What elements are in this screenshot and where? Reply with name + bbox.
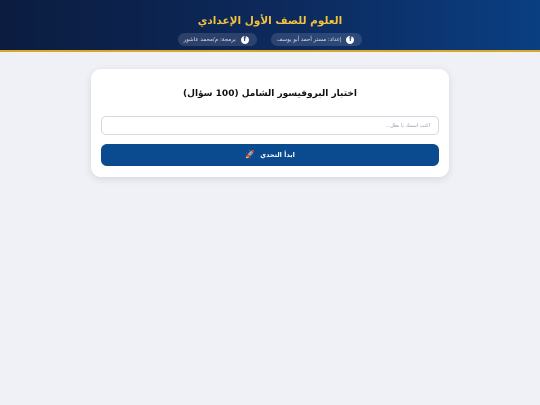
quiz-title: اختبار البروفيسور الشامل (100 سؤال) <box>183 89 357 99</box>
start-challenge-button[interactable]: ابدأ التحدي 🚀 <box>101 144 439 166</box>
header-title: العلوم للصف الأول الإعدادي <box>197 15 343 27</box>
start-challenge-label: ابدأ التحدي <box>260 151 295 159</box>
facebook-icon: f <box>240 35 249 44</box>
facebook-icon: f <box>346 35 355 44</box>
rocket-icon: 🚀 <box>245 150 256 159</box>
credits-bar: f إعداد: مستر أحمد أبو يوسف f برمجة: م/م… <box>0 33 540 46</box>
credit-prepared-by-label: إعداد: مستر أحمد أبو يوسف <box>276 36 342 43</box>
credit-programmed-by[interactable]: f برمجة: م/محمد عاشور <box>177 33 257 46</box>
credit-programmed-by-label: برمجة: م/محمد عاشور <box>183 36 236 43</box>
name-input[interactable] <box>101 116 439 135</box>
credit-prepared-by[interactable]: f إعداد: مستر أحمد أبو يوسف <box>270 33 363 46</box>
app-header: العلوم للصف الأول الإعدادي f إعداد: مستر… <box>0 0 540 52</box>
start-card: اختبار البروفيسور الشامل (100 سؤال) ابدأ… <box>91 69 449 177</box>
